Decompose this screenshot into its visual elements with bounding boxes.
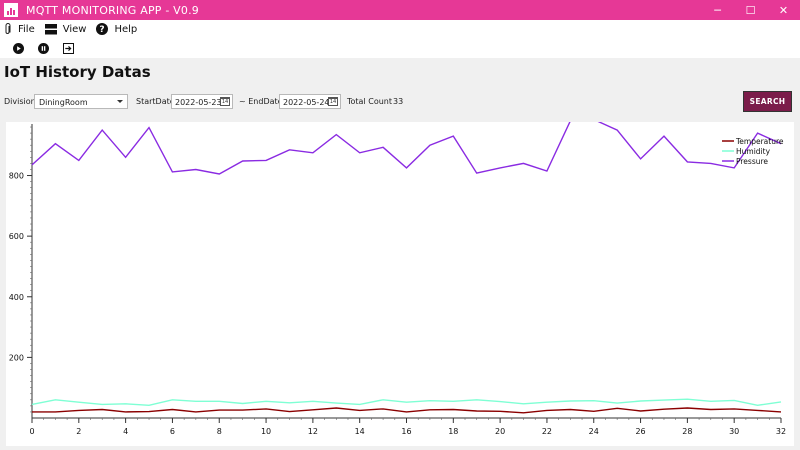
svg-text:?: ? [100, 25, 105, 35]
menu-bar: File View ? Help [0, 20, 800, 38]
x-tick-label: 22 [542, 427, 552, 436]
legend-label: Humidity [736, 147, 771, 156]
x-tick-label: 6 [170, 427, 175, 436]
chart-svg: 2004006008000 2 4 6 8 10 12 14 16 18 20 22 24 26 28 30 3… [9, 118, 786, 436]
x-tick-label: 18 [448, 427, 458, 436]
play-button[interactable] [12, 42, 24, 54]
series-line-temperature [32, 407, 782, 414]
series-line-pressure [31, 118, 782, 175]
start-date-label: StartDate [136, 97, 175, 106]
x-tick-label: 4 [123, 427, 128, 436]
menu-file-label: File [18, 23, 35, 35]
exit-button[interactable] [62, 42, 74, 54]
app-chart-icon [4, 3, 18, 17]
pause-icon [37, 42, 49, 54]
window-title: MQTT MONITORING APP - V0.9 [26, 3, 199, 17]
x-tick-label: 16 [401, 427, 411, 436]
end-date-value: 2022-05-24 [283, 98, 330, 107]
menu-help[interactable]: ? Help [96, 23, 137, 35]
minimize-button[interactable]: ─ [701, 0, 734, 20]
x-tick-label: 0 [29, 427, 34, 436]
start-date-value: 2022-05-23 [175, 98, 222, 107]
total-count-label: Total Count [347, 97, 392, 106]
y-tick-label: 600 [9, 232, 24, 241]
menu-view-label: View [62, 23, 87, 35]
search-button[interactable]: SEARCH [743, 91, 792, 112]
exit-icon [62, 42, 74, 54]
y-tick-label: 800 [9, 172, 24, 181]
x-tick-label: 24 [589, 427, 599, 436]
chevron-down-icon [117, 100, 123, 103]
x-tick-label: 14 [355, 427, 365, 436]
end-date-picker[interactable]: 2022-05-24 14 [279, 94, 341, 109]
menu-help-label: Help [114, 23, 138, 35]
total-count-value: 33 [393, 97, 404, 106]
maximize-button[interactable]: ☐ [734, 0, 767, 20]
x-tick-label: 2 [76, 427, 81, 436]
calendar-icon[interactable]: 14 [328, 97, 338, 106]
x-tick-label: 28 [682, 427, 692, 436]
x-tick-label: 12 [308, 427, 318, 436]
server-icon [44, 23, 57, 35]
legend-label: Pressure [736, 157, 768, 166]
x-tick-label: 10 [261, 427, 271, 436]
y-tick-label: 200 [9, 353, 24, 362]
toolbar [0, 38, 800, 58]
menu-view[interactable]: View [44, 23, 87, 35]
close-button[interactable]: ✕ [767, 0, 800, 20]
series-line-humidity [31, 398, 782, 407]
x-tick-label: 26 [635, 427, 645, 436]
x-tick-label: 8 [217, 427, 222, 436]
history-chart: 200 400 600 800 0 2 4 6 8 10 12 14 16 18 20 22 24 26 28 30 3… [6, 118, 794, 446]
y-tick-label: 400 [9, 293, 24, 302]
menu-file[interactable]: File [4, 23, 35, 35]
paperclip-icon [4, 23, 12, 35]
x-tick-label: 30 [729, 427, 739, 436]
page-title: IoT History Datas [4, 63, 151, 81]
title-bar: MQTT MONITORING APP - V0.9 ─ ☐ ✕ [0, 0, 800, 20]
play-icon [12, 42, 24, 54]
end-date-label: ~ EndDate [239, 97, 283, 106]
question-icon: ? [96, 23, 109, 35]
start-date-picker[interactable]: 2022-05-23 14 [171, 94, 233, 109]
x-tick-label: 20 [495, 427, 505, 436]
x-tick-label: 32 [776, 427, 786, 436]
division-value: DiningRoom [39, 98, 88, 107]
filter-bar: Division DiningRoom StartDate 2022-05-23… [0, 93, 800, 111]
division-label: Division [4, 97, 36, 106]
legend-label: Temperature [735, 137, 784, 146]
calendar-icon[interactable]: 14 [220, 97, 230, 106]
division-select[interactable]: DiningRoom [34, 94, 128, 109]
pause-button[interactable] [37, 42, 49, 54]
